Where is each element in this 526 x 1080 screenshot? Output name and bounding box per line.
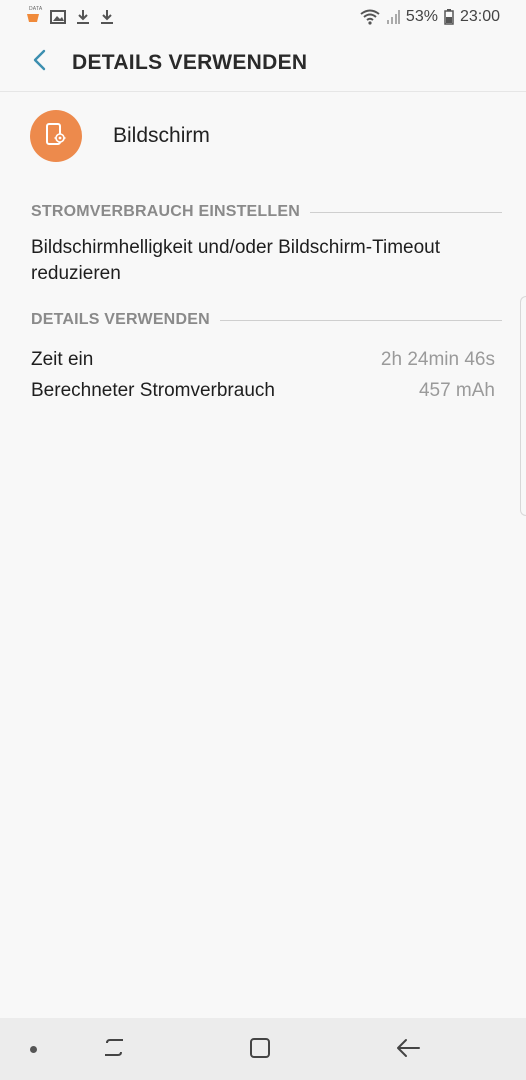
download-icon — [100, 9, 114, 25]
status-bar: DATA 53% 23:00 — [0, 0, 526, 34]
nav-back-button[interactable] — [392, 1034, 424, 1066]
app-bar: DETAILS VERWENDEN — [0, 34, 526, 92]
edge-panel-handle[interactable] — [520, 296, 526, 516]
chevron-left-icon — [32, 49, 46, 76]
back-button[interactable] — [26, 48, 52, 78]
status-left: DATA — [26, 6, 114, 25]
home-button[interactable] — [244, 1034, 276, 1066]
reduce-brightness-tip[interactable]: Bildschirmhelligkeit und/oder Bildschirm… — [31, 235, 501, 287]
page-title: DETAILS VERWENDEN — [72, 50, 308, 74]
section-header-power: STROMVERBRAUCH EINSTELLEN — [31, 203, 502, 221]
section-header-details: DETAILS VERWENDEN — [31, 311, 502, 329]
status-right: 53% 23:00 — [360, 8, 500, 26]
image-icon — [50, 9, 66, 25]
app-info-row: Bildschirm — [30, 108, 210, 164]
section-title: DETAILS VERWENDEN — [31, 311, 210, 328]
detail-label: Zeit ein — [31, 349, 94, 370]
battery-percent: 53% — [405, 8, 438, 25]
detail-row-power-usage: Berechneter Stromverbrauch 457 mAh — [31, 378, 495, 404]
recent-apps-button[interactable] — [98, 1034, 130, 1066]
detail-value: 2h 24min 46s — [380, 349, 495, 370]
screen-settings-icon — [45, 122, 67, 151]
app-name: Bildschirm — [113, 124, 210, 147]
home-icon — [248, 1036, 272, 1065]
navigation-bar — [0, 1018, 526, 1080]
detail-value: 457 mAh — [418, 380, 495, 401]
data-saver-icon — [26, 10, 40, 24]
wifi-icon — [360, 9, 380, 25]
recent-apps-icon — [102, 1037, 126, 1064]
dot-icon[interactable] — [30, 1046, 37, 1053]
clock: 23:00 — [459, 8, 500, 25]
app-icon — [30, 110, 82, 162]
download-icon — [76, 9, 90, 25]
back-icon — [395, 1037, 421, 1064]
divider — [219, 319, 502, 321]
data-tag: DATA — [29, 6, 43, 12]
signal-icon — [386, 9, 400, 25]
battery-icon — [444, 9, 454, 25]
section-title: STROMVERBRAUCH EINSTELLEN — [31, 203, 301, 220]
detail-row-screen-time: Zeit ein 2h 24min 46s — [31, 347, 495, 373]
divider — [310, 211, 502, 213]
detail-label: Berechneter Stromverbrauch — [31, 380, 275, 401]
